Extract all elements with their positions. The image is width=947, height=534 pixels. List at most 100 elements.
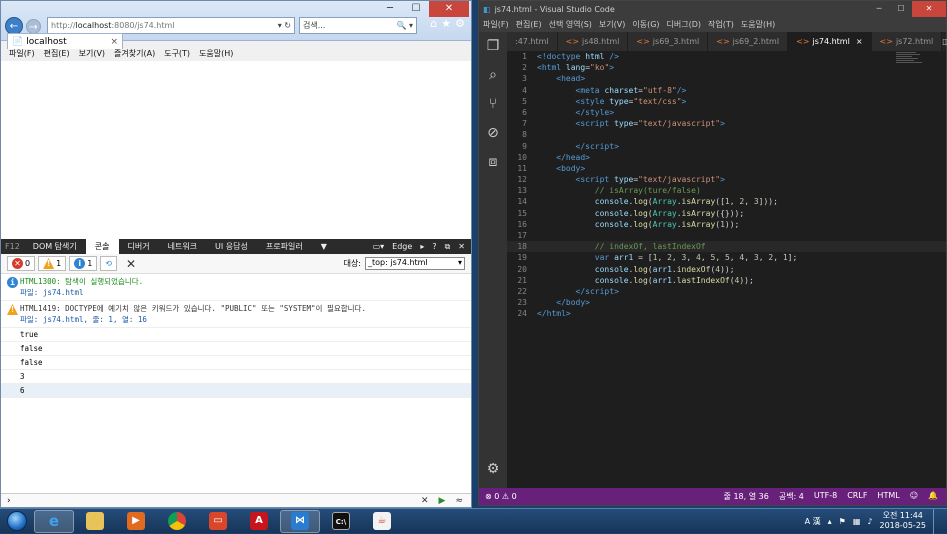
tab-debugger[interactable]: 디버거 (119, 239, 159, 254)
menu-help[interactable]: 도움말(H) (741, 19, 775, 30)
explorer-icon[interactable]: ❐ (479, 32, 507, 61)
volume-icon[interactable]: ♪ (867, 517, 872, 526)
maximize-button[interactable]: ☐ (403, 1, 429, 17)
tab-close-icon[interactable]: × (110, 37, 118, 47)
close-button[interactable]: ✕ (912, 1, 946, 17)
line-ending[interactable]: CRLF (847, 491, 867, 502)
menu-view[interactable]: 보기(V) (79, 48, 105, 61)
tray-arrow-icon[interactable]: ▴ (828, 517, 832, 526)
target-select[interactable]: _top: js74.html ▾ (365, 257, 465, 270)
editor-tab[interactable]: <> js48.html (557, 32, 629, 51)
code-line: 22 </script> (517, 286, 619, 296)
code-editor[interactable]: 1 <!doctype html /> 2 <html lang="ko"> 3 <… (507, 51, 946, 488)
debug-icon[interactable]: ⊘ (479, 119, 507, 148)
message-source[interactable]: 파일: js74.html, 줄: 1, 열: 16 (20, 314, 465, 325)
editor-tab[interactable]: :47.html (507, 32, 558, 51)
taskbar-chrome[interactable] (157, 510, 197, 533)
tab-dom-explorer[interactable]: DOM 탐색기 (24, 239, 86, 254)
notifications-icon[interactable]: 🔔 (928, 491, 938, 502)
favorites-icon[interactable]: ★ (441, 17, 451, 30)
menu-debug[interactable]: 디버그(D) (667, 19, 701, 30)
home-icon[interactable]: ⌂ (430, 17, 437, 30)
info-filter[interactable]: i1 (69, 256, 98, 271)
menu-selection[interactable]: 선택 영역(S) (549, 19, 592, 30)
minimap[interactable] (896, 51, 926, 81)
search-icon[interactable]: 🔍 ▾ (396, 18, 413, 33)
search-icon[interactable]: ⌕ (479, 61, 507, 90)
editor-tab[interactable]: <> js69_3.html (628, 32, 709, 51)
menu-help[interactable]: 도움말(H) (199, 48, 233, 61)
menu-tasks[interactable]: 작업(T) (708, 19, 734, 30)
taskbar-pdf[interactable]: A (239, 510, 279, 533)
forward-button[interactable]: → (26, 18, 41, 34)
source-control-icon[interactable]: ⑂ (479, 90, 507, 119)
split-editor-icon[interactable]: ◫ (942, 32, 947, 51)
preserve-log-toggle[interactable]: ⟲ (100, 256, 117, 271)
taskbar-ie[interactable]: e (34, 509, 74, 533)
tab-ui-responsiveness[interactable]: UI 응답성 (206, 239, 257, 254)
start-button[interactable] (0, 509, 34, 534)
tab-profiler[interactable]: 프로파일러 (257, 239, 312, 254)
document-mode[interactable]: Edge (392, 242, 412, 251)
menu-view[interactable]: 보기(V) (599, 19, 625, 30)
menu-edit[interactable]: 편집(E) (44, 48, 70, 61)
cursor-position[interactable]: 줄 18, 열 36 (724, 491, 769, 502)
gear-icon[interactable]: ⚙ (455, 17, 465, 30)
editor-tab-active[interactable]: <> js74.html × (788, 32, 872, 51)
clear-input-icon[interactable]: ✕ (421, 496, 429, 506)
editor-tab[interactable]: <> js69_2.html (708, 32, 789, 51)
search-box[interactable]: 검색... 🔍 ▾ (299, 17, 417, 34)
extensions-icon[interactable]: ⧈ (479, 148, 507, 177)
gear-icon[interactable]: ⚙ (479, 455, 507, 484)
emulation-icon[interactable]: ▭▾ (373, 242, 385, 251)
address-bar[interactable]: http://localhost:8080/js74.html ▾ ↻ (47, 17, 295, 34)
menu-tools[interactable]: 도구(T) (164, 48, 190, 61)
menu-favorites[interactable]: 즐겨찾기(A) (114, 48, 155, 61)
close-button[interactable]: ✕ (429, 1, 469, 17)
taskbar-explorer[interactable] (75, 510, 115, 533)
tab-console[interactable]: 콘솔 (85, 239, 119, 254)
error-filter[interactable]: ✕ 0 (7, 256, 36, 271)
minimize-button[interactable]: ─ (377, 1, 403, 17)
language-mode[interactable]: HTML (877, 491, 899, 502)
tab-close-icon[interactable]: × (856, 37, 863, 46)
taskbar-vscode[interactable]: ⋈ (280, 509, 320, 533)
flag-icon[interactable]: ⚑ (839, 517, 846, 526)
language-indicator[interactable]: A 漢 (805, 516, 821, 527)
taskbar-media[interactable]: ▶ (116, 510, 156, 533)
show-desktop-button[interactable] (933, 508, 943, 534)
clock[interactable]: 오전 11:44 2018-05-25 (880, 511, 927, 531)
run-script-icon[interactable]: ▶ (439, 496, 446, 506)
problems-indicator[interactable]: ⊗ 0 ⚠ 0 (485, 492, 517, 501)
encoding[interactable]: UTF-8 (814, 491, 837, 502)
taskbar-java[interactable]: ☕ (362, 510, 402, 533)
feedback-icon[interactable]: ☺ (910, 491, 918, 502)
more-tabs-icon[interactable]: ▼ (312, 239, 336, 254)
devtools-close-icon[interactable]: ✕ (458, 242, 465, 251)
indentation[interactable]: 공백: 4 (779, 491, 804, 502)
console-input[interactable]: › ✕ ▶ ≈ (1, 493, 471, 507)
message-source[interactable]: 파일: js74.html (20, 287, 465, 298)
menu-edit[interactable]: 편집(E) (516, 19, 542, 30)
editor-tab[interactable]: <> js72.html (871, 32, 943, 51)
help-icon[interactable]: ? (432, 242, 436, 251)
network-icon[interactable]: ▦ (853, 517, 861, 526)
refresh-icon[interactable]: ▾ ↻ (278, 21, 291, 30)
expand-icon[interactable]: ≈ (455, 496, 463, 506)
warning-filter[interactable]: ! 1 (38, 256, 67, 271)
run-icon[interactable]: ▸ (420, 242, 424, 251)
f12-devtools: F12 DOM 탐색기 콘솔 디버거 네트워크 UI 응답성 프로파일러 ▼ ▭… (1, 239, 471, 507)
menu-file[interactable]: 파일(F) (9, 48, 35, 61)
maximize-button[interactable]: ☐ (890, 1, 912, 17)
code-line: 3 <head> (522, 74, 586, 84)
tab-network[interactable]: 네트워크 (159, 239, 206, 254)
code-line: 12 <script type="text/javascript"> (517, 175, 725, 185)
clear-console-icon[interactable]: ✕ (126, 257, 136, 271)
browser-tab[interactable]: 📄 localhost × (7, 33, 123, 49)
minimize-button[interactable]: ─ (868, 1, 890, 17)
taskbar-app[interactable]: ▭ (198, 510, 238, 533)
taskbar-terminal[interactable]: C:\ (321, 510, 361, 533)
undock-icon[interactable]: ⧉ (445, 242, 451, 252)
menu-go[interactable]: 이동(G) (632, 19, 659, 30)
menu-file[interactable]: 파일(F) (483, 19, 509, 30)
